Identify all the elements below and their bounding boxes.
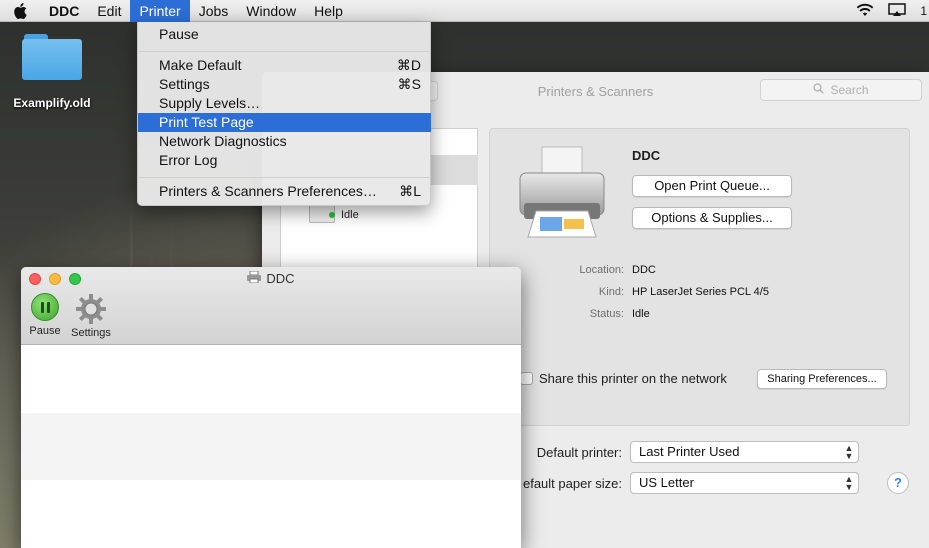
settings-button[interactable]: Settings (68, 293, 114, 339)
menu-item-label: Supply Levels… (159, 95, 261, 111)
share-printer-row: Share this printer on the network (520, 371, 727, 386)
menu-jobs[interactable]: Jobs (190, 0, 238, 22)
menu-separator (138, 177, 431, 178)
printer-icon (514, 145, 610, 241)
share-printer-label: Share this printer on the network (539, 371, 727, 386)
queue-row (21, 413, 521, 480)
menu-item-print-test-page[interactable]: Print Test Page (138, 113, 431, 132)
pause-button[interactable]: Pause (29, 293, 61, 337)
share-printer-checkbox[interactable] (520, 372, 533, 385)
print-queue-toolbar: DDC Pause Settings (21, 267, 521, 345)
menu-item-label: Pause (159, 26, 199, 42)
status-value: Idle (632, 308, 650, 320)
menu-item-label: Settings (159, 76, 210, 92)
print-queue-title: DDC (21, 270, 521, 286)
print-queue-window: DDC Pause Settings (21, 267, 521, 548)
print-queue-title-text: DDC (266, 271, 295, 286)
search-field[interactable]: Search (760, 79, 922, 101)
settings-label: Settings (71, 327, 111, 339)
menu-window[interactable]: Window (237, 0, 305, 22)
default-printer-select[interactable]: Last Printer Used ▲ ▼ (630, 441, 859, 463)
printer-list-status-text: Idle (341, 209, 359, 221)
options-supplies-button[interactable]: Options & Supplies... (632, 207, 792, 229)
chevron-updown-icon: ▲ ▼ (844, 443, 854, 461)
gear-icon (75, 293, 107, 325)
desktop-folder-label: Examplify.old (13, 96, 91, 110)
menu-item-settings[interactable]: Settings ⌘S (138, 75, 431, 94)
pause-icon (31, 293, 59, 321)
sharing-preferences-button[interactable]: Sharing Preferences... (757, 369, 887, 389)
help-button[interactable]: ? (887, 472, 909, 494)
search-placeholder: Search (830, 83, 869, 97)
menu-printer[interactable]: Printer (130, 0, 190, 22)
printer-menu: Pause Make Default ⌘D Settings ⌘S Supply… (137, 22, 431, 206)
queue-row (21, 346, 521, 413)
kind-value: HP LaserJet Series PCL 4/5 (632, 286, 769, 298)
menu-item-network-diagnostics[interactable]: Network Diagnostics (138, 132, 431, 151)
kind-label: Kind: (598, 286, 624, 298)
menu-separator (138, 51, 431, 52)
desktop-folder[interactable]: Examplify.old (10, 32, 94, 110)
apple-menu-icon[interactable] (0, 0, 40, 22)
paper-size-select[interactable]: US Letter ▲ ▼ (630, 472, 859, 494)
location-value: DDC (632, 264, 656, 276)
menu-edit[interactable]: Edit (88, 0, 130, 22)
menu-item-pause[interactable]: Pause (138, 25, 431, 44)
paper-size-value: US Letter (639, 475, 694, 490)
status-label: Status: (589, 308, 624, 320)
menu-item-printers-scanners-preferences[interactable]: Printers & Scanners Preferences… ⌘L (138, 182, 431, 201)
menu-bar: DDC Edit Printer Jobs Window Help 1 (0, 0, 929, 22)
menu-item-shortcut: ⌘D (396, 57, 421, 73)
printer-detail-panel: DDC Open Print Queue... Options & Suppli… (489, 128, 910, 426)
menu-item-shortcut: ⌘S (397, 76, 421, 92)
search-icon (813, 83, 825, 97)
wifi-icon[interactable] (856, 3, 874, 20)
default-printer-value: Last Printer Used (639, 444, 740, 459)
menu-item-make-default[interactable]: Make Default ⌘D (138, 56, 431, 75)
queue-row (21, 480, 521, 547)
menu-clock[interactable]: 1 (920, 4, 927, 18)
printer-list-status: Idle (329, 209, 359, 221)
menu-item-error-log[interactable]: Error Log (138, 151, 431, 170)
menu-item-label: Print Test Page (159, 114, 254, 130)
menu-item-shortcut: ⌘L (399, 183, 421, 199)
menu-app-name[interactable]: DDC (40, 0, 88, 22)
location-label: Location: (579, 264, 624, 276)
printer-name: DDC (632, 148, 661, 163)
folder-icon (22, 32, 82, 80)
menu-item-label: Printers & Scanners Preferences… (159, 183, 377, 199)
menu-item-supply-levels[interactable]: Supply Levels… (138, 94, 431, 113)
airplay-icon[interactable] (888, 2, 907, 20)
menu-help[interactable]: Help (305, 0, 352, 22)
chevron-updown-icon: ▲ ▼ (844, 474, 854, 492)
menu-item-label: Make Default (159, 57, 242, 73)
printer-icon (247, 270, 262, 286)
open-print-queue-button[interactable]: Open Print Queue... (632, 175, 792, 197)
menu-item-label: Network Diagnostics (159, 133, 287, 149)
pause-label: Pause (29, 325, 61, 337)
status-dot-icon (329, 212, 335, 218)
menu-item-label: Error Log (159, 152, 218, 168)
